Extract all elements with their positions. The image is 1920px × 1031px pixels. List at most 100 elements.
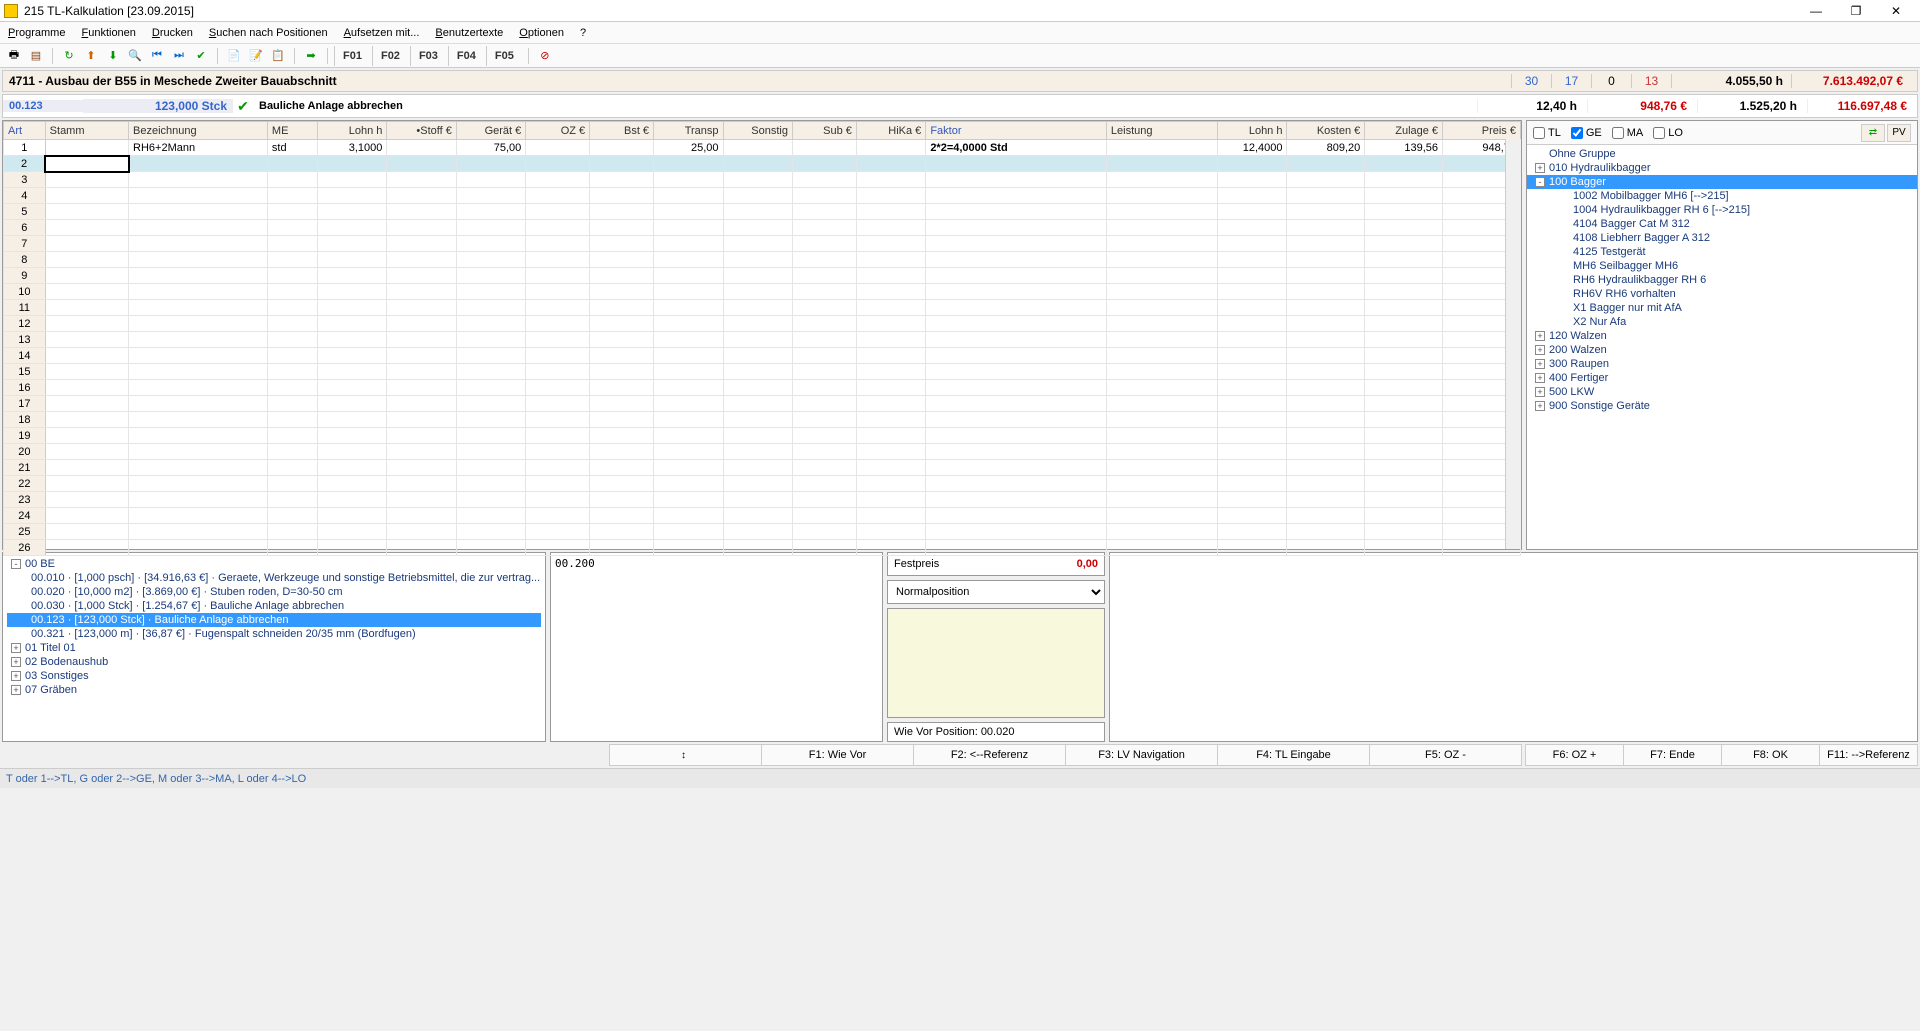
grid-cell[interactable] [1365, 380, 1443, 396]
grid-cell[interactable] [723, 268, 792, 284]
grid-cell[interactable] [317, 172, 386, 188]
grid-cell[interactable] [856, 268, 925, 284]
grid-cell[interactable] [792, 332, 856, 348]
grid-cell[interactable] [526, 284, 590, 300]
grid-cell[interactable] [856, 460, 925, 476]
grid-cell[interactable] [387, 172, 456, 188]
grid-cell[interactable] [792, 140, 856, 156]
grid-cell[interactable]: 75,00 [456, 140, 525, 156]
grid-cell[interactable] [590, 508, 654, 524]
grid-cell[interactable] [267, 284, 317, 300]
grid-cell[interactable] [1287, 156, 1365, 172]
grid-cell[interactable]: 17 [4, 396, 46, 412]
grid-cell[interactable] [654, 364, 723, 380]
grid-cell[interactable]: 12 [4, 316, 46, 332]
grid-cell[interactable] [590, 476, 654, 492]
grid-cell[interactable] [456, 300, 525, 316]
grid-cell[interactable] [926, 188, 1107, 204]
grid-cell[interactable] [1106, 364, 1217, 380]
tree-node[interactable]: +010 Hydraulikbagger [1527, 161, 1917, 175]
grid-cell[interactable] [1287, 220, 1365, 236]
grid-cell[interactable] [792, 316, 856, 332]
grid-cell[interactable] [267, 220, 317, 236]
grid-cell[interactable] [1106, 156, 1217, 172]
grid-cell[interactable] [387, 204, 456, 220]
grid-cell[interactable] [45, 156, 128, 172]
grid-cell[interactable] [387, 364, 456, 380]
grid-cell[interactable] [723, 188, 792, 204]
grid-cell[interactable] [1106, 476, 1217, 492]
grid-cell[interactable] [856, 380, 925, 396]
grid-cell[interactable] [723, 156, 792, 172]
grid-cell[interactable] [526, 508, 590, 524]
grid-cell[interactable] [654, 188, 723, 204]
grid-cell[interactable] [387, 300, 456, 316]
f04-button[interactable]: F04 [448, 46, 484, 66]
grid-cell[interactable] [1218, 236, 1287, 252]
grid-cell[interactable] [387, 428, 456, 444]
grid-cell[interactable] [792, 220, 856, 236]
grid-cell[interactable]: 4 [4, 188, 46, 204]
grid-cell[interactable] [45, 252, 128, 268]
grid-cell[interactable] [590, 140, 654, 156]
grid-cell[interactable] [792, 476, 856, 492]
grid-cell[interactable] [654, 476, 723, 492]
f03-button[interactable]: F03 [410, 46, 446, 66]
grid-cell[interactable] [1365, 220, 1443, 236]
lv-node[interactable]: +01 Titel 01 [7, 641, 541, 655]
grid-cell[interactable] [526, 412, 590, 428]
menu-suchen[interactable]: Suchen nach Positionen [209, 27, 328, 39]
grid-cell[interactable] [387, 444, 456, 460]
tree-node[interactable]: 4108 Liebherr Bagger A 312 [1527, 231, 1917, 245]
grid-cell[interactable] [590, 220, 654, 236]
grid-cell[interactable] [1106, 460, 1217, 476]
lv-node[interactable]: 00.321 · [123,000 m] · [36,87 €] · Fugen… [7, 627, 541, 641]
grid-cell[interactable] [317, 396, 386, 412]
grid-cell[interactable] [856, 508, 925, 524]
grid-cell[interactable] [45, 172, 128, 188]
filter-ma[interactable]: MA [1612, 127, 1644, 139]
grid-cell[interactable] [856, 348, 925, 364]
first-icon[interactable]: ⏮ [147, 46, 167, 66]
grid-cell[interactable] [387, 332, 456, 348]
grid-cell[interactable] [1218, 380, 1287, 396]
grid-cell[interactable] [856, 316, 925, 332]
grid-cell[interactable] [792, 444, 856, 460]
lv-tree[interactable]: -00 BE00.010 · [1,000 psch] · [34.916,63… [2, 552, 546, 742]
grid-cell[interactable] [317, 508, 386, 524]
grid-cell[interactable] [926, 252, 1107, 268]
swap-icon[interactable]: ⇄ [1861, 124, 1885, 142]
book-icon[interactable]: ▤ [26, 46, 46, 66]
grid-cell[interactable] [387, 508, 456, 524]
tree-node[interactable]: -100 Bagger [1527, 175, 1917, 189]
grid-cell[interactable] [856, 204, 925, 220]
grid-cell[interactable] [723, 316, 792, 332]
grid-cell[interactable] [129, 396, 268, 412]
grid-cell[interactable] [456, 284, 525, 300]
tree-node[interactable]: MH6 Seilbagger MH6 [1527, 259, 1917, 273]
grid-cell[interactable] [590, 492, 654, 508]
grid-cell[interactable] [456, 396, 525, 412]
grid-cell[interactable] [45, 268, 128, 284]
grid-cell[interactable] [129, 524, 268, 540]
grid-cell[interactable] [1365, 188, 1443, 204]
grid-cell[interactable] [1106, 300, 1217, 316]
grid-cell[interactable] [45, 428, 128, 444]
grid-cell[interactable] [926, 268, 1107, 284]
grid-cell[interactable] [1365, 252, 1443, 268]
grid-cell[interactable] [1287, 364, 1365, 380]
grid-cell[interactable] [792, 284, 856, 300]
grid-cell[interactable] [387, 476, 456, 492]
filter-lo[interactable]: LO [1653, 127, 1683, 139]
grid-cell[interactable] [317, 460, 386, 476]
grid-cell[interactable] [1106, 220, 1217, 236]
grid-cell[interactable] [723, 396, 792, 412]
grid-cell[interactable] [654, 460, 723, 476]
grid-cell[interactable] [926, 492, 1107, 508]
grid-cell[interactable] [267, 188, 317, 204]
grid-cell[interactable] [792, 380, 856, 396]
grid-cell[interactable] [317, 220, 386, 236]
grid-cell[interactable] [267, 172, 317, 188]
grid-cell[interactable] [590, 300, 654, 316]
scrollbar[interactable] [1505, 139, 1521, 549]
